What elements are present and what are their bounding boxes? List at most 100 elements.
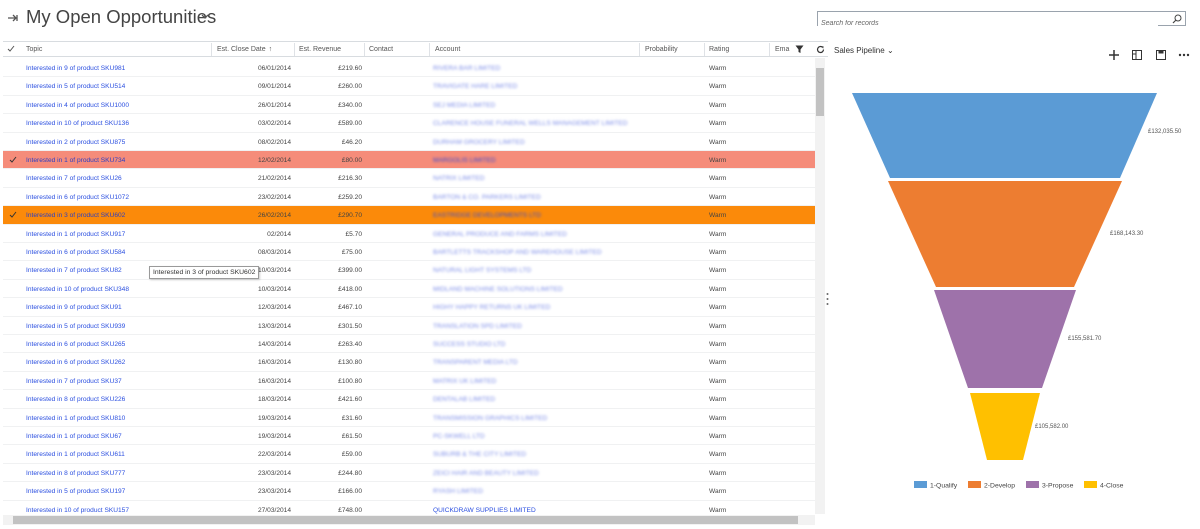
col-header-contact[interactable]: Contact: [369, 46, 393, 56]
table-row[interactable]: Interested in 5 of product SKU197 23/03/2…: [3, 482, 815, 501]
table-row[interactable]: Interested in 2 of product SKU875 08/02/2…: [3, 133, 815, 151]
legend-label[interactable]: 2-Develop: [984, 483, 1015, 490]
account-link[interactable]: MARGOLIS LIMITED: [433, 157, 496, 164]
topic-link[interactable]: Interested in 1 of product SKU611: [26, 451, 125, 458]
col-header-account[interactable]: Account: [435, 46, 460, 56]
topic-link[interactable]: Interested in 6 of product SKU584: [26, 249, 125, 256]
account-link[interactable]: RIVERA BAR LIMITED: [433, 65, 500, 72]
topic-link[interactable]: Interested in 7 of product SKU37: [26, 378, 122, 385]
account-link[interactable]: SUCCESS STUDIO LTD: [433, 341, 505, 348]
account-link[interactable]: MIDLAND MACHINE SOLUTIONS LIMITED: [433, 286, 563, 293]
row-check-icon[interactable]: [9, 156, 17, 164]
account-link[interactable]: DENTALAB LIMITED: [433, 396, 495, 403]
table-row[interactable]: Interested in 1 of product SKU734 12/02/2…: [3, 151, 815, 170]
legend-label[interactable]: 1-Qualify: [930, 483, 958, 490]
table-row[interactable]: Interested in 5 of product SKU514 09/01/2…: [3, 77, 815, 96]
account-link[interactable]: NATRIX LIMITED: [433, 175, 485, 182]
table-row[interactable]: Interested in 3 of product SKU602 26/02/2…: [3, 206, 815, 225]
account-link[interactable]: SUBURB & THE CITY LIMITED: [433, 451, 526, 458]
funnel-segment-4[interactable]: [970, 393, 1040, 460]
table-row[interactable]: Interested in 1 of product SKU917 02/2014…: [3, 225, 815, 243]
table-row[interactable]: Interested in 10 of product SKU348 10/03/…: [3, 280, 815, 299]
legend-label[interactable]: 3-Propose: [1042, 483, 1074, 490]
account-link[interactable]: TRAVIGATE HARE LIMITED: [433, 83, 517, 90]
topic-link[interactable]: Interested in 4 of product SKU1000: [26, 102, 129, 109]
topic-link[interactable]: Interested in 9 of product SKU981: [26, 65, 125, 72]
table-row[interactable]: Interested in 8 of product SKU777 23/03/2…: [3, 464, 815, 483]
scrollbar-thumb[interactable]: [13, 516, 798, 524]
table-row[interactable]: Interested in 9 of product SKU91 12/03/20…: [3, 298, 815, 317]
account-link[interactable]: NATURAL LIGHT SYSTEMS LTD: [433, 267, 531, 274]
funnel-segment-3[interactable]: [934, 290, 1076, 388]
topic-link[interactable]: Interested in 10 of product SKU348: [26, 286, 129, 293]
account-link[interactable]: TRANSPARENT MEDIA LTD: [433, 359, 518, 366]
funnel-segment-2[interactable]: [888, 181, 1122, 287]
table-row[interactable]: Interested in 6 of product SKU584 08/03/2…: [3, 243, 815, 262]
vertical-scrollbar[interactable]: [815, 58, 825, 514]
col-header-est-close-date[interactable]: Est. Close Date ↑: [217, 46, 272, 56]
account-link[interactable]: TRANSLATION SPD LIMITED: [433, 323, 522, 330]
add-icon[interactable]: [1108, 48, 1120, 60]
account-link[interactable]: ZEICI HAIR AND BEAUTY LIMITED: [433, 470, 539, 477]
topic-link[interactable]: Interested in 6 of product SKU262: [26, 359, 125, 366]
topic-link[interactable]: Interested in 7 of product SKU82: [26, 267, 122, 274]
account-link[interactable]: CLARENCE HOUSE FUNERAL WELLS MANAGEMENT …: [433, 120, 628, 127]
account-link[interactable]: SEJ MEDIA LIMITED: [433, 102, 495, 109]
col-header-rating[interactable]: Rating: [709, 46, 729, 56]
search-icon[interactable]: [1172, 14, 1182, 24]
account-link[interactable]: BARTLETTS TRACKSHOP AND WAREHOUSE LIMITE…: [433, 249, 602, 256]
table-row[interactable]: Interested in 6 of product SKU265 14/03/2…: [3, 335, 815, 354]
col-header-est-revenue[interactable]: Est. Revenue: [299, 46, 341, 56]
row-check-icon[interactable]: [9, 211, 17, 219]
table-row[interactable]: Interested in 1 of product SKU611 22/03/2…: [3, 445, 815, 464]
horizontal-scrollbar[interactable]: [3, 515, 815, 525]
table-row[interactable]: Interested in 8 of product SKU226 18/03/2…: [3, 390, 815, 409]
account-link[interactable]: GENERAL PRODUCE AND FARMS LIMITED: [433, 231, 567, 238]
col-header-probability[interactable]: Probability: [645, 46, 678, 56]
account-link[interactable]: TRANSMISSION GRAPHICS LIMITED: [433, 415, 547, 422]
table-row[interactable]: Interested in 5 of product SKU939 13/03/2…: [3, 317, 815, 335]
funnel-segment-1[interactable]: [852, 93, 1157, 178]
col-header-topic[interactable]: Topic: [26, 46, 42, 56]
account-link[interactable]: PC-SKWELL LTD: [433, 433, 485, 440]
topic-link[interactable]: Interested in 8 of product SKU777: [26, 470, 125, 477]
account-link[interactable]: QUICKDRAW SUPPLIES LIMITED: [433, 507, 536, 514]
panel-splitter-icon[interactable]: [826, 292, 829, 306]
topic-link[interactable]: Interested in 1 of product SKU67: [26, 433, 122, 440]
table-row[interactable]: Interested in 1 of product SKU67 19/03/20…: [3, 427, 815, 446]
topic-link[interactable]: Interested in 7 of product SKU26: [26, 175, 122, 182]
table-row[interactable]: Interested in 10 of product SKU136 03/02/…: [3, 114, 815, 133]
topic-link[interactable]: Interested in 3 of product SKU602: [26, 212, 125, 219]
table-row[interactable]: Interested in 1 of product SKU810 19/03/2…: [3, 409, 815, 427]
account-link[interactable]: HIGHY HAPPY RETURNS UK LIMITED: [433, 304, 550, 311]
col-header-email[interactable]: Ema: [775, 46, 789, 56]
topic-link[interactable]: Interested in 10 of product SKU157: [26, 507, 129, 514]
topic-link[interactable]: Interested in 9 of product SKU91: [26, 304, 122, 311]
pin-icon[interactable]: [7, 12, 19, 24]
table-row[interactable]: Interested in 6 of product SKU1072 23/02/…: [3, 188, 815, 207]
refresh-icon[interactable]: [816, 45, 825, 54]
topic-link[interactable]: Interested in 6 of product SKU1072: [26, 194, 129, 201]
legend-label[interactable]: 4-Close: [1100, 483, 1124, 490]
table-row[interactable]: Interested in 9 of product SKU981 06/01/2…: [3, 59, 815, 78]
account-link[interactable]: EASTRIDGE DEVELOPMENTS LTD: [433, 212, 541, 219]
chart-selector[interactable]: Sales Pipeline ⌄: [834, 46, 894, 55]
scrollbar-thumb[interactable]: [816, 68, 824, 116]
more-options-icon[interactable]: [1178, 48, 1190, 60]
topic-link[interactable]: Interested in 1 of product SKU810: [26, 415, 125, 422]
topic-link[interactable]: Interested in 5 of product SKU514: [26, 83, 125, 90]
account-link[interactable]: BARTON & CO. PARKERS LIMITED: [433, 194, 541, 201]
chevron-down-icon[interactable]: [200, 13, 210, 21]
table-row[interactable]: Interested in 7 of product SKU26 21/02/20…: [3, 169, 815, 188]
account-link[interactable]: DURHAM GROCERY LIMITED: [433, 139, 525, 146]
table-row[interactable]: Interested in 4 of product SKU1000 26/01/…: [3, 96, 815, 115]
topic-link[interactable]: Interested in 6 of product SKU265: [26, 341, 125, 348]
table-row[interactable]: Interested in 6 of product SKU262 16/03/2…: [3, 353, 815, 372]
filter-icon[interactable]: [795, 45, 804, 54]
topic-link[interactable]: Interested in 5 of product SKU197: [26, 488, 125, 495]
expand-chart-icon[interactable]: [1131, 48, 1143, 60]
topic-link[interactable]: Interested in 1 of product SKU734: [26, 157, 125, 164]
save-icon[interactable]: [1155, 48, 1167, 60]
account-link[interactable]: MATRIX UK LIMITED: [433, 378, 496, 385]
table-row[interactable]: Interested in 7 of product SKU37 16/03/20…: [3, 372, 815, 391]
